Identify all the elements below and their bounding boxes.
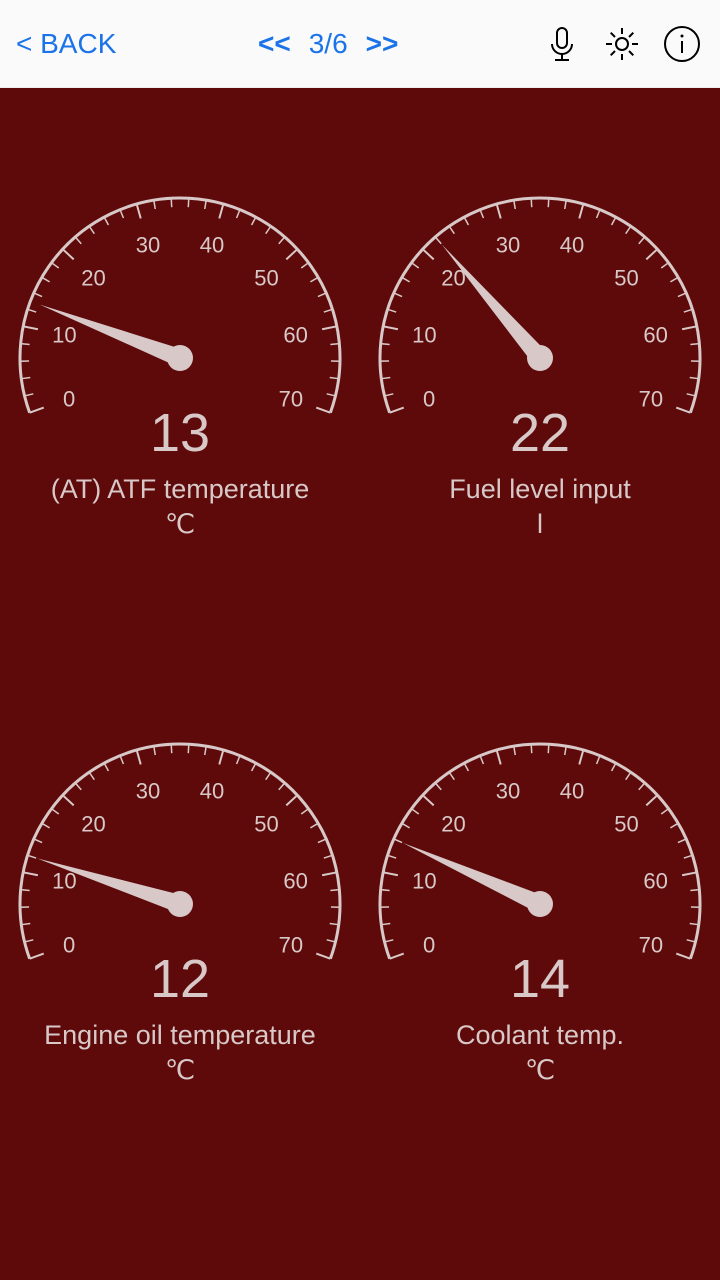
gear-icon[interactable] (600, 22, 644, 66)
info-icon[interactable] (660, 22, 704, 66)
page-nav: << 3/6 >> (258, 28, 398, 60)
svg-text:0: 0 (63, 386, 75, 411)
svg-text:50: 50 (614, 812, 638, 837)
svg-text:30: 30 (136, 232, 160, 257)
gauge-grid: 0 10 20 30 40 50 60 70 13 (AT) ATF temperature℃… (0, 88, 720, 1280)
svg-text:0: 0 (63, 932, 75, 957)
svg-text:10: 10 (52, 869, 76, 894)
svg-text:70: 70 (279, 932, 303, 957)
gauge-oil-temp[interactable]: 0 10 20 30 40 50 60 70 12 Engine oil temperatur… (0, 734, 360, 1280)
gauge-label: Engine oil temperature℃ (44, 1018, 316, 1088)
gauge-value: 14 (510, 948, 570, 1010)
svg-text:50: 50 (254, 266, 278, 291)
svg-text:60: 60 (643, 869, 667, 894)
svg-text:30: 30 (496, 232, 520, 257)
svg-text:60: 60 (283, 323, 307, 348)
svg-text:0: 0 (423, 386, 435, 411)
svg-text:0: 0 (423, 932, 435, 957)
gauge-atf-temp[interactable]: 0 10 20 30 40 50 60 70 13 (AT) ATF temperature℃ (0, 188, 360, 734)
header-bar: < BACK << 3/6 >> (0, 0, 720, 88)
svg-text:50: 50 (254, 812, 278, 837)
svg-text:30: 30 (136, 778, 160, 803)
prev-page-button[interactable]: << (258, 28, 291, 60)
svg-text:40: 40 (560, 778, 584, 803)
svg-text:20: 20 (441, 812, 465, 837)
svg-text:40: 40 (560, 232, 584, 257)
mic-icon[interactable] (540, 22, 584, 66)
gauge-coolant-temp[interactable]: 0 10 20 30 40 50 60 70 14 Coolant temp.℃ (360, 734, 720, 1280)
gauge-label: (AT) ATF temperature℃ (51, 472, 310, 542)
svg-text:10: 10 (412, 323, 436, 348)
svg-text:50: 50 (614, 266, 638, 291)
next-page-button[interactable]: >> (366, 28, 399, 60)
svg-text:60: 60 (283, 869, 307, 894)
svg-text:30: 30 (496, 778, 520, 803)
svg-text:20: 20 (81, 812, 105, 837)
back-button[interactable]: < BACK (16, 28, 116, 60)
svg-text:70: 70 (639, 932, 663, 957)
svg-text:10: 10 (412, 869, 436, 894)
svg-text:70: 70 (639, 386, 663, 411)
gauge-value: 22 (510, 402, 570, 464)
header-actions (540, 22, 704, 66)
gauge-value: 12 (150, 948, 210, 1010)
gauge-fuel-level[interactable]: 010203040506070 22 Fuel level inputl (360, 188, 720, 734)
gauge-value: 13 (150, 402, 210, 464)
gauge-label: Coolant temp.℃ (456, 1018, 624, 1088)
svg-text:40: 40 (200, 778, 224, 803)
page-indicator: 3/6 (309, 28, 348, 60)
svg-text:70: 70 (279, 386, 303, 411)
svg-text:20: 20 (81, 266, 105, 291)
svg-text:10: 10 (52, 323, 76, 348)
svg-text:60: 60 (643, 323, 667, 348)
svg-text:40: 40 (200, 232, 224, 257)
gauge-label: Fuel level inputl (449, 472, 631, 542)
